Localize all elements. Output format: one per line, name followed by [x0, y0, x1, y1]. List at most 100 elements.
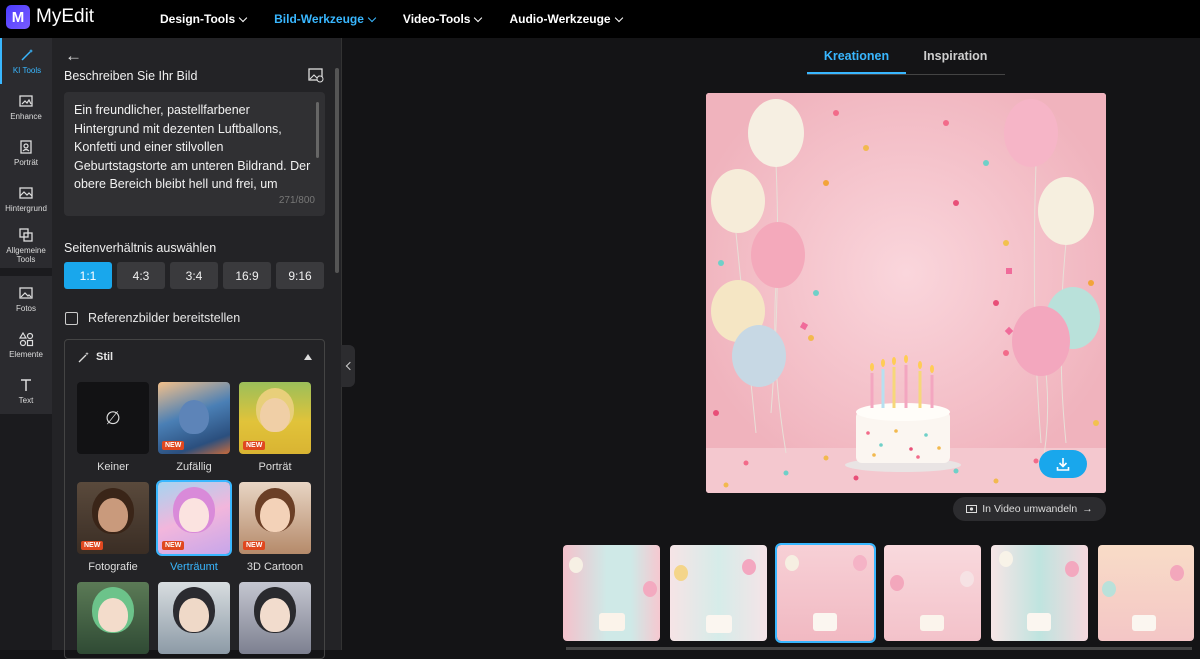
nav-audio-werkzeuge[interactable]: Audio-Werkzeuge — [509, 12, 623, 26]
copy-icon — [19, 227, 33, 242]
creation-thumbnail-1[interactable] — [563, 545, 660, 641]
rail-fotos[interactable]: Fotos — [0, 276, 52, 322]
style-header[interactable]: Stil — [65, 340, 324, 374]
creation-thumbnail-2[interactable] — [670, 545, 767, 641]
rail-group-tools: KI Tools Enhance Porträt Hintergrund All… — [0, 38, 52, 268]
aspect-ratio-group: 1:1 4:3 3:4 16:9 9:16 — [64, 262, 324, 289]
rail-elemente[interactable]: Elemente — [0, 322, 52, 368]
ratio-16-9[interactable]: 16:9 — [223, 262, 271, 289]
style-tile-keiner[interactable]: ∅ Keiner — [77, 382, 149, 482]
shapes-icon — [18, 331, 34, 347]
nav-label: Design-Tools — [160, 12, 236, 26]
collapse-panel-button[interactable] — [341, 345, 355, 387]
new-badge: NEW — [243, 541, 266, 550]
portrait-icon — [20, 140, 32, 154]
rail-label: Elemente — [9, 350, 43, 359]
style-tile-anime-green[interactable] — [77, 582, 149, 654]
magic-wand-icon — [78, 351, 89, 362]
prompt-scrollbar[interactable] — [316, 102, 319, 158]
nav-bild-werkzeuge[interactable]: Bild-Werkzeuge — [274, 12, 377, 26]
chevron-down-icon — [474, 13, 483, 22]
collapse-up-icon[interactable] — [304, 354, 312, 360]
style-grid: ∅ Keiner NEW Zufällig NEW Porträt NEW Fo… — [77, 382, 311, 654]
generated-image[interactable] — [706, 93, 1106, 493]
rail-label: Text — [18, 396, 34, 405]
ai-image-panel: ← Beschreiben Sie Ihr Bild Ein freundlic… — [52, 38, 342, 659]
video-icon — [966, 505, 978, 513]
creations-strip — [563, 543, 1194, 643]
tool-rail: KI Tools Enhance Porträt Hintergrund All… — [0, 38, 52, 650]
logo-mark-icon: M — [6, 5, 30, 29]
creation-thumbnail-3[interactable] — [775, 543, 876, 643]
background-icon — [19, 187, 33, 199]
style-label: Keiner — [97, 461, 129, 473]
style-tile-3d-cartoon[interactable]: NEW 3D Cartoon — [239, 482, 311, 582]
chevron-left-icon — [345, 361, 354, 371]
chevron-down-icon — [238, 13, 248, 22]
rail-label: Fotos — [15, 304, 36, 313]
rail-label: Allgemeine Tools — [6, 245, 46, 264]
style-tile-zufaellig[interactable]: NEW Zufällig — [158, 382, 230, 482]
convert-to-video-button[interactable]: In Video umwandeln → — [953, 497, 1106, 521]
rail-text[interactable]: Text — [0, 368, 52, 414]
download-button[interactable] — [1039, 450, 1087, 478]
ratio-9-16[interactable]: 9:16 — [276, 262, 324, 289]
style-thumbnail — [158, 582, 230, 654]
style-tile-fotografie[interactable]: NEW Fotografie — [77, 482, 149, 582]
rail-allgemeine-tools[interactable]: Allgemeine Tools — [0, 222, 52, 268]
rail-enhance[interactable]: Enhance — [0, 84, 52, 130]
ratio-4-3[interactable]: 4:3 — [117, 262, 165, 289]
magic-wand-icon — [21, 49, 33, 61]
style-tile-cat-anime[interactable] — [239, 582, 311, 654]
style-thumbnail: NEW — [156, 480, 232, 556]
style-label: Zufällig — [176, 461, 212, 473]
rail-label: Porträt — [13, 158, 38, 167]
none-icon: ∅ — [77, 382, 149, 454]
panel-scrollbar[interactable] — [335, 68, 339, 273]
ratio-title: Seitenverhältnis auswählen — [64, 241, 217, 255]
nav-label: Bild-Werkzeuge — [274, 12, 364, 26]
new-badge: NEW — [81, 541, 104, 550]
rail-ki-tools[interactable]: KI Tools — [0, 38, 52, 84]
character-counter: 271/800 — [278, 194, 315, 206]
style-label: Fotografie — [88, 561, 138, 573]
style-tile-portraet[interactable]: NEW Porträt — [239, 382, 311, 482]
nav-label: Audio-Werkzeuge — [509, 12, 611, 26]
reference-images-option[interactable]: Referenzbilder bereitstellen — [65, 311, 240, 325]
creation-thumbnail-5[interactable] — [991, 545, 1088, 641]
creation-thumbnail-4[interactable] — [884, 545, 981, 641]
tab-inspiration[interactable]: Inspiration — [906, 45, 1005, 74]
back-arrow-icon[interactable]: ← — [65, 46, 82, 66]
new-badge: NEW — [162, 441, 185, 450]
tab-kreationen[interactable]: Kreationen — [807, 45, 906, 74]
app-logo[interactable]: M MyEdit — [6, 5, 94, 29]
style-thumbnail — [239, 582, 311, 654]
style-thumbnail — [77, 582, 149, 654]
style-tile-ink[interactable] — [158, 582, 230, 654]
convert-to-video-label: In Video umwandeln — [982, 503, 1078, 515]
top-bar: M MyEdit Design-Tools Bild-Werkzeuge Vid… — [0, 0, 1200, 38]
nav-video-tools[interactable]: Video-Tools — [403, 12, 483, 26]
creation-thumbnail-6[interactable] — [1098, 545, 1194, 641]
image-upload-icon[interactable] — [308, 68, 324, 83]
main-nav: Design-Tools Bild-Werkzeuge Video-Tools … — [160, 0, 650, 38]
rail-portrait[interactable]: Porträt — [0, 130, 52, 176]
rail-hintergrund[interactable]: Hintergrund — [0, 176, 52, 222]
style-section: Stil ∅ Keiner NEW Zufällig NEW Porträt N… — [64, 339, 325, 659]
ratio-3-4[interactable]: 3:4 — [170, 262, 218, 289]
style-label: Verträumt — [170, 561, 218, 573]
style-tile-vertraeumt[interactable]: NEW Verträumt — [156, 480, 232, 582]
result-tabs: Kreationen Inspiration — [807, 45, 1005, 75]
download-icon — [1056, 458, 1070, 471]
birthday-image-illustration — [706, 93, 1106, 493]
ratio-1-1[interactable]: 1:1 — [64, 262, 112, 289]
new-badge: NEW — [162, 541, 185, 550]
arrow-right-icon: → — [1082, 503, 1093, 515]
reference-checkbox[interactable] — [65, 311, 78, 325]
rail-label: KI Tools — [12, 66, 42, 75]
rail-label: Enhance — [10, 112, 42, 121]
rail-label: Hintergrund — [5, 204, 47, 213]
text-icon — [21, 379, 31, 391]
prompt-textarea[interactable]: Ein freundlicher, pastellfarbener Hinter… — [64, 92, 325, 216]
nav-design-tools[interactable]: Design-Tools — [160, 12, 248, 26]
